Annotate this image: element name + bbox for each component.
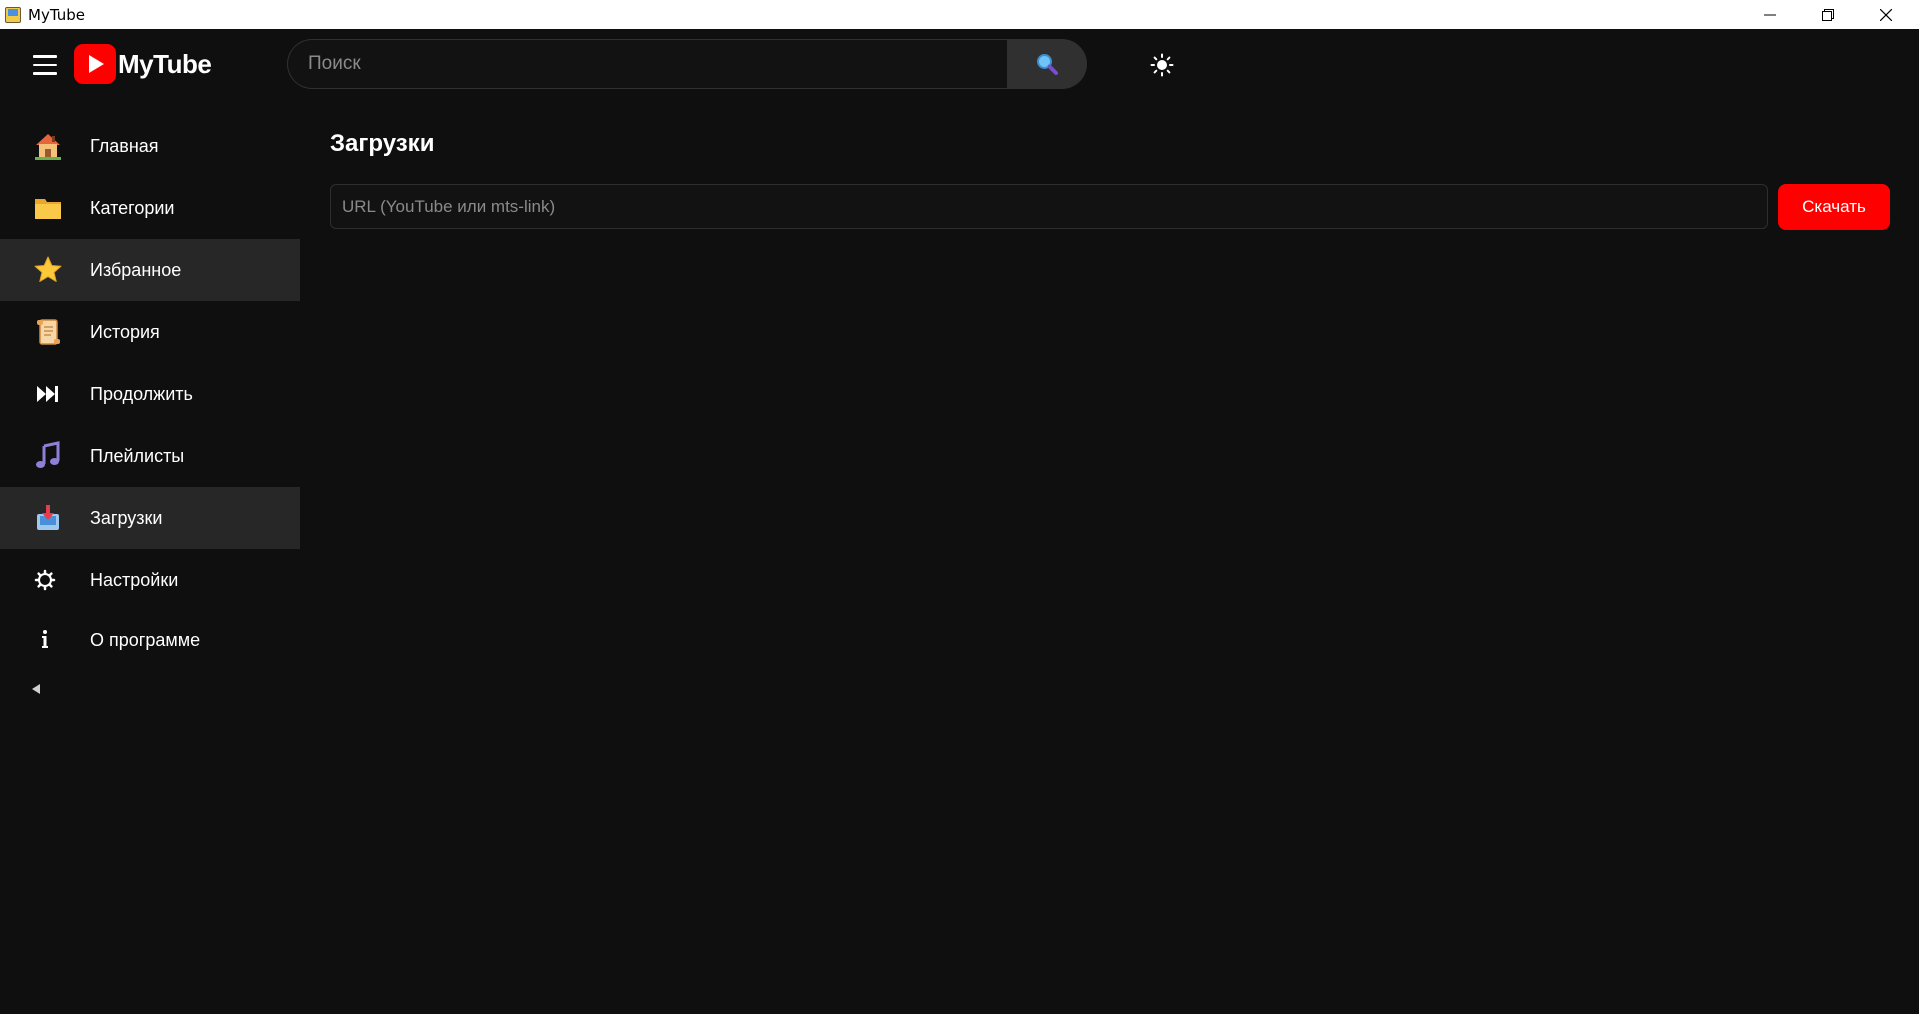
restore-button[interactable] xyxy=(1799,0,1857,29)
sidebar-item-label: Главная xyxy=(90,135,159,156)
sidebar: Главная Категории Избранное История Прод… xyxy=(0,99,300,1014)
sidebar-item-downloads[interactable]: Загрузки xyxy=(0,487,300,549)
sidebar-item-about[interactable]: О программе xyxy=(0,609,300,671)
sidebar-item-label: Продолжить xyxy=(90,383,193,404)
window-titlebar: MyTube xyxy=(0,0,1919,29)
sidebar-item-label: Избранное xyxy=(90,259,182,280)
search-input[interactable] xyxy=(287,39,1007,89)
sidebar-item-label: Настройки xyxy=(90,569,179,590)
sidebar-item-home[interactable]: Главная xyxy=(0,115,300,177)
page-title: Загрузки xyxy=(330,130,435,157)
theme-toggle-button[interactable] xyxy=(1150,53,1174,77)
info-icon xyxy=(33,625,63,655)
app-header: MyTube xyxy=(0,29,1919,99)
folder-icon xyxy=(33,193,63,223)
url-input[interactable] xyxy=(330,184,1768,229)
logo-text: MyTube xyxy=(118,48,212,79)
close-icon xyxy=(1880,8,1892,21)
restore-icon xyxy=(1822,8,1834,21)
search-bar xyxy=(287,39,1087,89)
sidebar-item-categories[interactable]: Категории xyxy=(0,177,300,239)
sidebar-item-label: История xyxy=(90,321,160,342)
download-button[interactable]: Скачать xyxy=(1778,184,1890,230)
sidebar-item-label: О программе xyxy=(90,629,201,650)
sidebar-item-label: Загрузки xyxy=(90,507,163,528)
magnifier-icon xyxy=(1037,54,1058,75)
sidebar-item-label: Категории xyxy=(90,197,175,218)
sidebar-item-continue[interactable]: Продолжить xyxy=(0,363,300,425)
star-icon xyxy=(33,255,63,285)
hamburger-menu-icon[interactable] xyxy=(33,55,57,75)
close-button[interactable] xyxy=(1857,0,1915,29)
sidebar-item-favorites[interactable]: Избранное xyxy=(0,239,300,301)
inbox-download-icon xyxy=(33,503,63,533)
scroll-icon xyxy=(33,317,63,347)
window-title: MyTube xyxy=(28,5,85,24)
next-track-icon xyxy=(33,379,63,409)
sun-icon xyxy=(1150,53,1174,77)
minimize-icon xyxy=(1764,14,1776,15)
sidebar-item-history[interactable]: История xyxy=(0,301,300,363)
sidebar-item-label: Плейлисты xyxy=(90,445,185,466)
play-logo-icon xyxy=(74,44,116,84)
main-content: Загрузки Скачать xyxy=(300,99,1919,1014)
minimize-button[interactable] xyxy=(1741,0,1799,29)
search-button[interactable] xyxy=(1007,39,1087,89)
sidebar-item-settings[interactable]: Настройки xyxy=(0,549,300,611)
collapse-left-icon xyxy=(32,684,40,694)
app-logo[interactable]: MyTube xyxy=(74,44,212,84)
app-icon xyxy=(4,5,24,25)
sidebar-item-playlists[interactable]: Плейлисты xyxy=(0,425,300,487)
house-icon xyxy=(33,131,63,161)
music-note-icon xyxy=(33,441,63,471)
gear-icon xyxy=(33,565,63,595)
collapse-sidebar-button[interactable] xyxy=(29,682,43,696)
